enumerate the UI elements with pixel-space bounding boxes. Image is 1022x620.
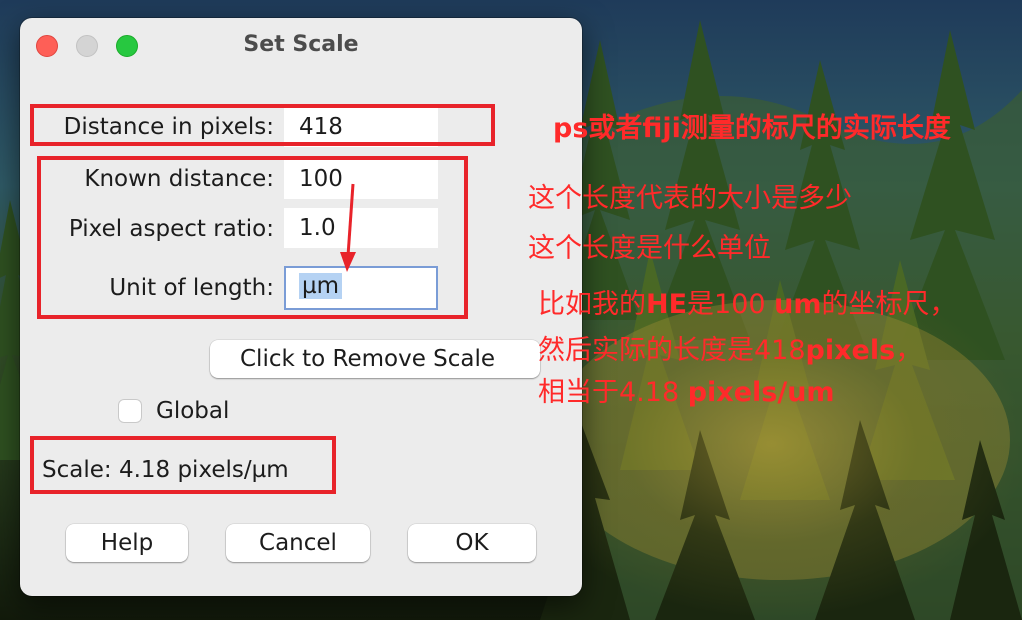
- annotation-line-4: 比如我的HE是100 um的坐标尺，: [538, 289, 957, 320]
- annotation-line-2: 这个长度代表的大小是多少: [528, 183, 852, 214]
- remove-scale-button[interactable]: Click to Remove Scale: [210, 340, 540, 378]
- annotation-line-6: 相当于4.18 pixels/um: [538, 377, 835, 408]
- annotation-line-5: 然后实际的长度是418pixels，: [538, 335, 923, 366]
- annotation-box-distance: [30, 104, 495, 146]
- global-checkbox[interactable]: [118, 399, 142, 423]
- annotation-box-parameters: [37, 156, 468, 319]
- annotation-line-3: 这个长度是什么单位: [528, 233, 771, 264]
- help-button[interactable]: Help: [66, 524, 188, 562]
- cancel-button[interactable]: Cancel: [226, 524, 370, 562]
- window-title: Set Scale: [243, 32, 359, 57]
- annotation-box-scale: [30, 436, 336, 494]
- annotation-line-1: ps或者fiji测量的标尺的实际长度: [553, 113, 951, 144]
- ok-button[interactable]: OK: [408, 524, 536, 562]
- global-label: Global: [156, 398, 230, 424]
